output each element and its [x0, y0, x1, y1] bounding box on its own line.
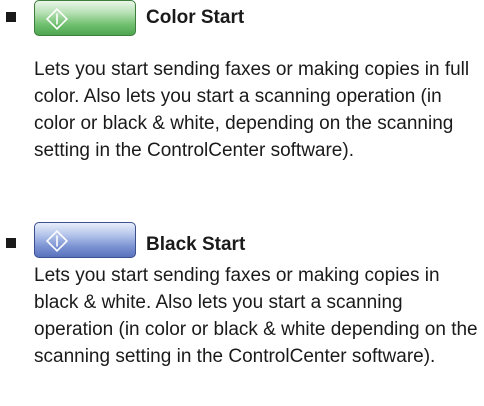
color-start-description: Lets you start sending faxes or making c…: [34, 59, 470, 161]
bullet-square: [6, 12, 16, 22]
black-start-description: Lets you start sending faxes or making c…: [34, 265, 478, 367]
color-start-button-graphic: [34, 0, 136, 36]
start-diamond-icon: [45, 229, 69, 253]
start-diamond-icon: [45, 7, 69, 31]
color-start-title: Color Start: [146, 7, 245, 28]
black-start-title: Black Start: [146, 234, 246, 255]
bullet-square: [6, 238, 16, 248]
black-start-button-graphic: [34, 222, 136, 258]
